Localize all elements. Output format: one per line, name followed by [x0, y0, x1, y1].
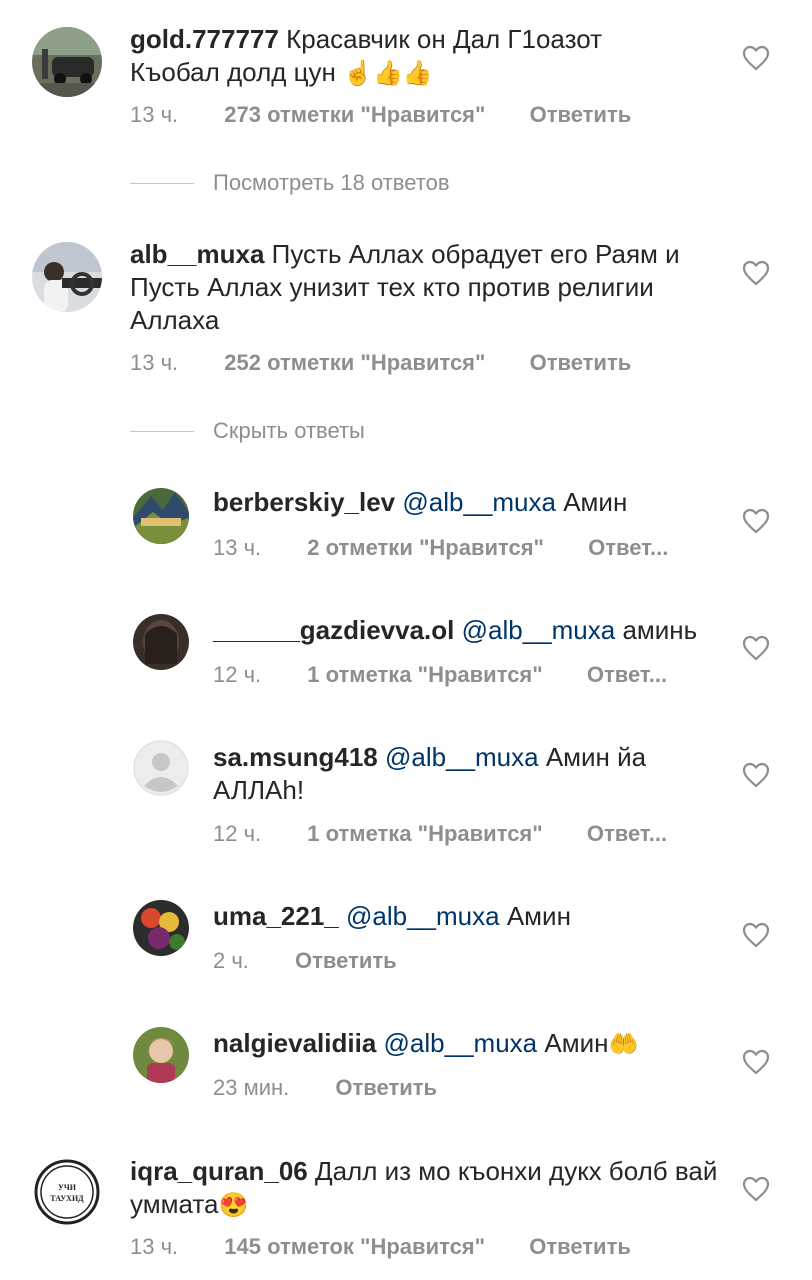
heart-outline-icon [742, 762, 770, 788]
reply-emoji: 🤲 [608, 1031, 639, 1058]
reply-button[interactable]: Ответ... [588, 535, 668, 561]
comment-likes[interactable]: 273 отметки "Нравится" [224, 102, 485, 128]
reply-text: ______gazdievva.ol @alb__muxa аминь [213, 614, 723, 647]
comment-username[interactable]: gold.777777 [130, 24, 279, 54]
reply-button[interactable]: Ответить [529, 1234, 631, 1260]
comment-time: 13 ч. [130, 102, 179, 127]
reply-meta: 12 ч. 1 отметка "Нравится" Ответ... [213, 662, 667, 688]
comment-likes[interactable]: 145 отметок "Нравится" [224, 1234, 485, 1260]
avatar[interactable] [133, 614, 189, 670]
like-button[interactable] [742, 762, 770, 788]
reply-meta: 23 мин. Ответить [213, 1075, 437, 1101]
reply-time: 13 ч. [213, 535, 262, 560]
reply-button[interactable]: Ответ... [587, 821, 667, 847]
reply-meta: 2 ч. Ответить [213, 948, 397, 974]
reply-body: Амин [506, 901, 571, 931]
avatar[interactable] [133, 1027, 189, 1083]
comment-text: gold.777777 Красавчик он Дал Г1оазот Къо… [130, 23, 690, 90]
avatar[interactable]: УЧИ ТАУХИД [32, 1157, 102, 1227]
reply-username[interactable]: uma_221_ [213, 901, 339, 931]
like-button[interactable] [742, 1049, 770, 1075]
reply-likes[interactable]: 1 отметка "Нравится" [307, 662, 542, 688]
like-button[interactable] [742, 508, 770, 534]
comment-username[interactable]: alb__muxa [130, 239, 264, 269]
reply-mention[interactable]: @alb__muxa [384, 1028, 538, 1058]
like-button[interactable] [742, 1176, 770, 1202]
default-avatar-icon [133, 740, 189, 796]
svg-text:ТАУХИД: ТАУХИД [50, 1194, 84, 1203]
reply-time: 12 ч. [213, 821, 262, 846]
reply-username[interactable]: nalgievalidiia [213, 1028, 376, 1058]
heart-outline-icon [742, 635, 770, 661]
comment-username[interactable]: iqra_quran_06 [130, 1156, 308, 1186]
comment-emoji: ☝👍👍 [343, 60, 433, 87]
reply-body: Амин [544, 1028, 609, 1058]
reply-meta: 13 ч. 2 отметки "Нравится" Ответ... [213, 535, 668, 561]
heart-outline-icon [742, 508, 770, 534]
heart-outline-icon [742, 260, 770, 286]
like-button[interactable] [742, 922, 770, 948]
reply-mention[interactable]: @alb__muxa [402, 487, 556, 517]
heart-outline-icon [742, 1049, 770, 1075]
like-button[interactable] [742, 635, 770, 661]
reply-meta: 12 ч. 1 отметка "Нравится" Ответ... [213, 821, 667, 847]
reply-text: sa.msung418 @alb__muxa Амин йа АЛЛАh! [213, 741, 723, 807]
view-replies-button[interactable]: Посмотреть 18 ответов [130, 168, 450, 198]
like-button[interactable] [742, 45, 770, 71]
divider-line [130, 430, 194, 432]
heart-outline-icon [742, 1176, 770, 1202]
hide-replies-button[interactable]: Скрыть ответы [130, 416, 365, 446]
reply-body: Амин [563, 487, 628, 517]
reply-username[interactable]: ______gazdievva.ol [213, 615, 454, 645]
reply-button[interactable]: Ответить [295, 948, 397, 974]
comment-text: iqra_quran_06 Далл из мо къонхи дукх бол… [130, 1155, 720, 1222]
heart-outline-icon [742, 922, 770, 948]
reply-time: 12 ч. [213, 662, 262, 687]
avatar[interactable] [133, 488, 189, 544]
comment-text: alb__muxa Пусть Аллах обрадует его Раям … [130, 238, 720, 337]
reply-button[interactable]: Ответить [530, 102, 632, 128]
avatar[interactable] [32, 27, 102, 97]
reply-likes[interactable]: 1 отметка "Нравится" [307, 821, 542, 847]
reply-button[interactable]: Ответ... [587, 662, 667, 688]
reply-username[interactable]: sa.msung418 [213, 742, 378, 772]
comment-likes[interactable]: 252 отметки "Нравится" [224, 350, 485, 376]
reply-mention[interactable]: @alb__muxa [462, 615, 616, 645]
reply-time: 2 ч. [213, 948, 249, 973]
comment-time: 13 ч. [130, 1234, 179, 1259]
like-button[interactable] [742, 260, 770, 286]
comment-time: 13 ч. [130, 350, 179, 375]
reply-mention[interactable]: @alb__muxa [346, 901, 500, 931]
comment-meta: 13 ч. 145 отметок "Нравится" Ответить [130, 1234, 631, 1260]
svg-text:УЧИ: УЧИ [58, 1183, 77, 1192]
stamp-logo-icon: УЧИ ТАУХИД [32, 1157, 102, 1227]
avatar[interactable] [133, 900, 189, 956]
comment-meta: 13 ч. 273 отметки "Нравится" Ответить [130, 102, 631, 128]
heart-outline-icon [742, 45, 770, 71]
reply-button[interactable]: Ответить [335, 1075, 437, 1101]
comment-meta: 13 ч. 252 отметки "Нравится" Ответить [130, 350, 631, 376]
hide-replies-label[interactable]: Скрыть ответы [213, 418, 365, 444]
reply-text: nalgievalidiia @alb__muxa Амин🤲 [213, 1027, 723, 1061]
comment-emoji: 😍 [218, 1192, 249, 1219]
reply-button[interactable]: Ответить [530, 350, 632, 376]
reply-username[interactable]: berberskiy_lev [213, 487, 395, 517]
reply-likes[interactable]: 2 отметки "Нравится" [307, 535, 544, 561]
reply-time: 23 мин. [213, 1075, 290, 1100]
reply-body: аминь [622, 615, 698, 645]
avatar[interactable] [133, 740, 189, 796]
avatar[interactable] [32, 242, 102, 312]
view-replies-label[interactable]: Посмотреть 18 ответов [213, 170, 450, 196]
divider-line [130, 182, 194, 184]
reply-text: berberskiy_lev @alb__muxa Амин [213, 486, 723, 519]
reply-text: uma_221_ @alb__muxa Амин [213, 900, 723, 933]
reply-mention[interactable]: @alb__muxa [385, 742, 539, 772]
